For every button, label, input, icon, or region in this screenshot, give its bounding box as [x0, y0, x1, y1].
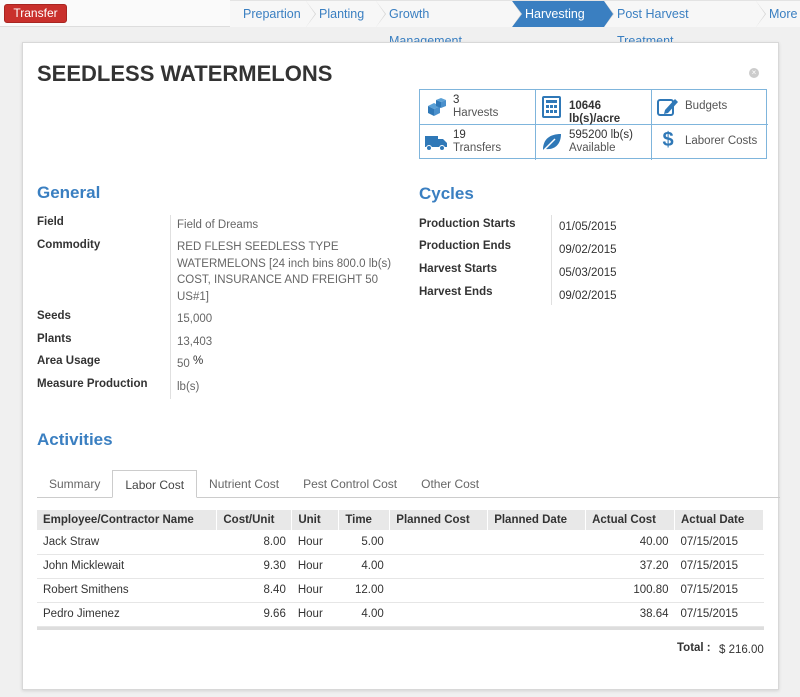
- production-starts-value: 01/05/2015: [559, 221, 617, 233]
- general-heading: General: [37, 183, 101, 202]
- tab-labor-cost[interactable]: Labor Cost: [112, 470, 198, 498]
- production-ends-label: Production Ends: [419, 240, 511, 252]
- col-cost-unit[interactable]: Cost/Unit: [216, 510, 293, 530]
- labor-cost-table: Employee/Contractor Name Cost/Unit Unit …: [37, 510, 764, 627]
- detail-card: SEEDLESS WATERMELONS × 3 Harvests 10646 …: [22, 42, 780, 690]
- col-unit[interactable]: Unit: [291, 510, 340, 530]
- boxes-icon: [428, 98, 446, 116]
- stats-grid: 3 Harvests 10646 lb(s)/acre Budgets 19 T…: [419, 89, 768, 160]
- crumb-preparation[interactable]: Prepartion: [230, 0, 316, 27]
- truck-icon: [425, 136, 447, 151]
- close-icon[interactable]: ×: [749, 68, 759, 78]
- col-actual-cost[interactable]: Actual Cost: [585, 510, 675, 530]
- col-time[interactable]: Time: [338, 510, 391, 530]
- measure-label: Measure Production: [37, 378, 148, 390]
- crumb-growth-management[interactable]: Growth Management: [376, 0, 522, 48]
- table-scrollbar[interactable]: [37, 627, 764, 630]
- calculator-icon: [542, 96, 561, 118]
- area-label: Area Usage: [37, 355, 101, 367]
- breadcrumb: Prepartion Planting Growth Management Ha…: [230, 0, 800, 48]
- crumb-post-harvest-treatment[interactable]: Post Harvest Treatment: [604, 0, 766, 48]
- area-unit: %: [193, 355, 204, 367]
- col-planned-date[interactable]: Planned Date: [487, 510, 587, 530]
- total-value: $ 216.00: [719, 644, 764, 656]
- table-row[interactable]: John Micklewait 9.30 Hour 4.00 37.20 07/…: [37, 554, 764, 579]
- col-employee[interactable]: Employee/Contractor Name: [37, 510, 218, 530]
- stat-budgets[interactable]: Budgets: [652, 90, 768, 125]
- stat-transfers[interactable]: 19 Transfers: [420, 125, 536, 160]
- tab-other-cost[interactable]: Other Cost: [409, 470, 491, 498]
- plants-value: 13,403: [177, 336, 213, 348]
- production-starts-label: Production Starts: [419, 218, 516, 230]
- tab-summary[interactable]: Summary: [37, 470, 112, 498]
- leaf-icon: [542, 134, 561, 152]
- dollar-icon: $: [662, 129, 674, 151]
- tab-nutrient-cost[interactable]: Nutrient Cost: [197, 470, 291, 498]
- col-actual-date[interactable]: Actual Date: [674, 510, 764, 530]
- measure-value: lb(s): [177, 381, 200, 393]
- plants-label: Plants: [37, 333, 72, 345]
- table-row[interactable]: Robert Smithens 8.40 Hour 12.00 100.80 0…: [37, 578, 764, 603]
- seeds-label: Seeds: [37, 310, 71, 322]
- transfer-button[interactable]: Transfer: [4, 4, 67, 23]
- production-ends-value: 09/02/2015: [559, 244, 617, 256]
- harvest-ends-label: Harvest Ends: [419, 286, 493, 298]
- commodity-value: RED FLESH SEEDLESS TYPE WATERMELONS [24 …: [177, 241, 392, 303]
- stat-harvests[interactable]: 3 Harvests: [420, 90, 536, 125]
- page-title: SEEDLESS WATERMELONS: [37, 61, 333, 86]
- crumb-planting[interactable]: Planting: [306, 0, 386, 27]
- stat-laborer-costs[interactable]: $ Laborer Costs: [652, 125, 768, 160]
- harvest-ends-value: 09/02/2015: [559, 290, 617, 302]
- edit-icon: [657, 99, 678, 116]
- col-planned-cost[interactable]: Planned Cost: [389, 510, 489, 530]
- total-label: Total :: [677, 642, 711, 654]
- top-bar: Transfer Prepartion Planting Growth Mana…: [0, 0, 800, 48]
- field-label: Field: [37, 216, 64, 228]
- cycles-heading: Cycles: [419, 184, 474, 203]
- stat-available[interactable]: 595200 lb(s) Available: [536, 125, 652, 160]
- tab-pest-control-cost[interactable]: Pest Control Cost: [291, 470, 409, 498]
- harvest-starts-label: Harvest Starts: [419, 263, 497, 275]
- general-divider: [170, 215, 171, 399]
- area-value: 50 %: [177, 355, 204, 370]
- table-row[interactable]: Jack Straw 8.00 Hour 5.00 40.00 07/15/20…: [37, 530, 764, 555]
- table-row[interactable]: Pedro Jimenez 9.66 Hour 4.00 38.64 07/15…: [37, 602, 764, 627]
- activity-tabs: Summary Labor Cost Nutrient Cost Pest Co…: [37, 470, 780, 498]
- seeds-value: 15,000: [177, 313, 213, 325]
- field-value: Field of Dreams: [177, 219, 259, 231]
- cycles-divider: [551, 215, 552, 305]
- crumb-harvesting[interactable]: Harvesting: [512, 0, 614, 27]
- activities-heading: Activities: [37, 430, 113, 449]
- commodity-label: Commodity: [37, 239, 101, 251]
- harvest-starts-value: 05/03/2015: [559, 267, 617, 279]
- table-header-row: Employee/Contractor Name Cost/Unit Unit …: [37, 510, 764, 530]
- stat-yield[interactable]: 10646 lb(s)/acre: [536, 90, 652, 125]
